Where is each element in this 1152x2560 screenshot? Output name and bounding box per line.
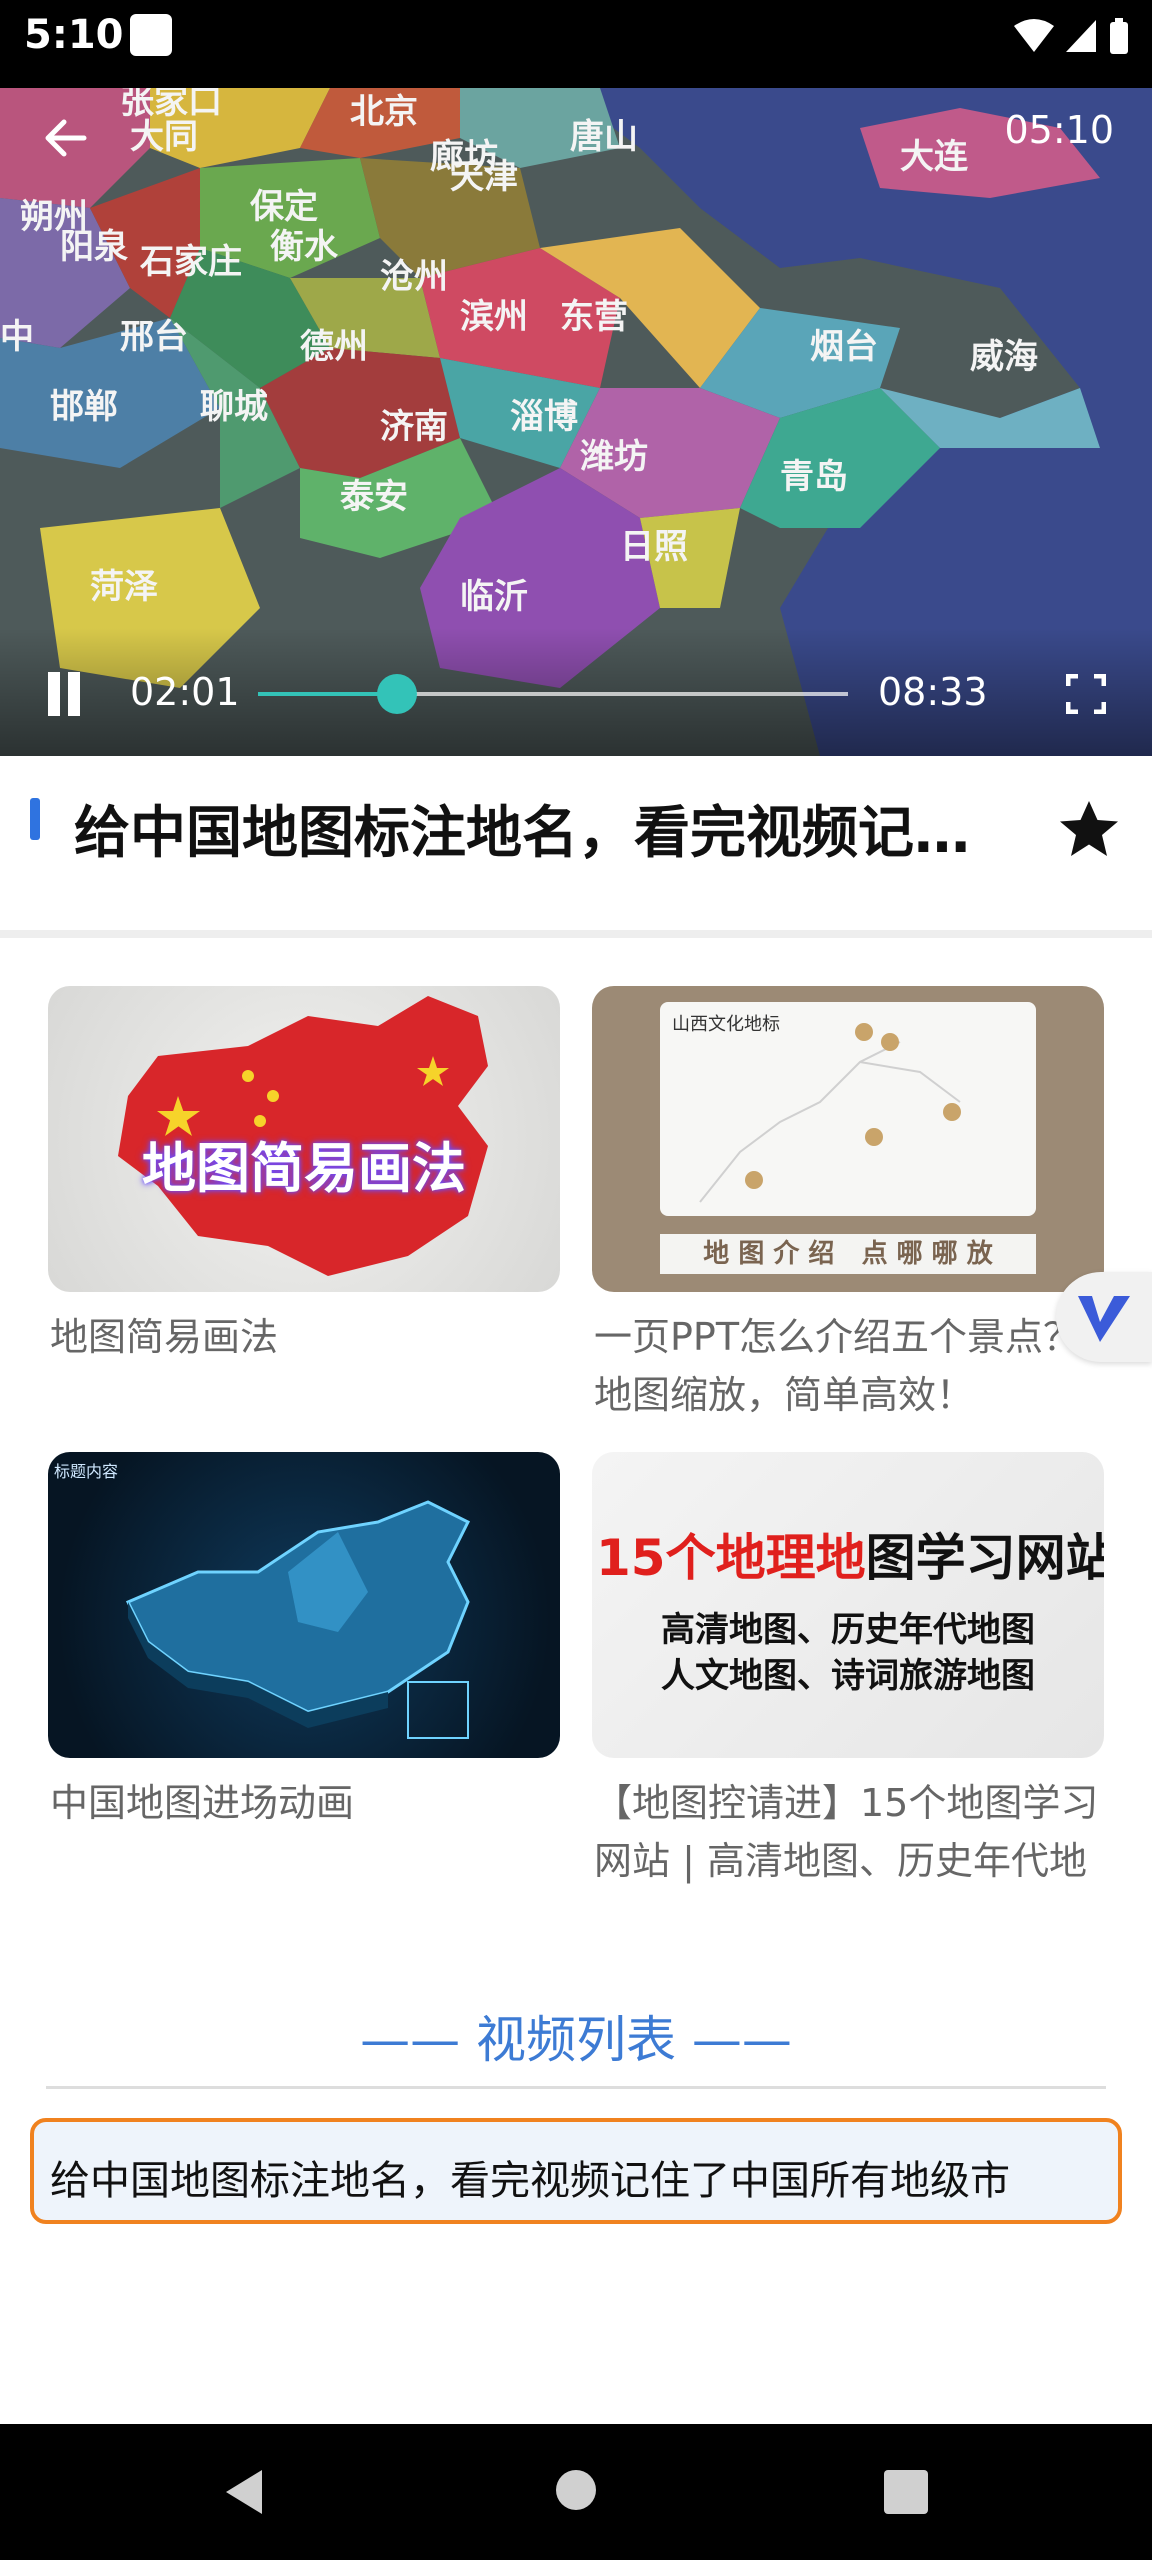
map-label: 保定	[250, 187, 318, 227]
map-label: 邢台	[120, 317, 188, 357]
video-title-row: 给中国地图标注地名，看完视频记住了中国所有地级市	[0, 756, 1152, 930]
map-label: 烟台	[810, 327, 878, 367]
map-label: 大同	[130, 117, 198, 157]
status-bar: 5:10	[0, 0, 1152, 88]
thumbnail-caption: 地 图 介 绍 点 哪 哪 放	[660, 1234, 1036, 1274]
current-time: 02:01	[130, 670, 240, 714]
video-player[interactable]: 大同 北京 唐山 大连 保定 天津 石家庄 衡水 沧州 邢台 德州 滨州 东营 烟台 威海 邯郸 聊城 济南 淄博潍…	[0, 88, 1152, 756]
map-label: 济南	[380, 407, 448, 447]
map-label: 邯郸	[50, 387, 118, 427]
thumbnail-line2: 高清地图、历史年代地图	[661, 1610, 1035, 1650]
nav-recents-icon[interactable]	[884, 2470, 928, 2514]
map-label: 菏泽	[90, 567, 158, 607]
map-label: 临沂	[460, 577, 528, 617]
map-label: 德州	[300, 327, 368, 367]
signal-wifi-battery-icon	[1014, 18, 1128, 54]
map-label: 滨州	[460, 297, 528, 337]
map-label: 中	[0, 317, 34, 357]
section-divider	[0, 930, 1152, 938]
map-label: 阳泉	[60, 227, 128, 267]
back-arrow-icon[interactable]	[36, 108, 96, 168]
map-label: 张家口	[120, 88, 222, 122]
thumbnail-line1: 15个地理地图学习网站	[596, 1529, 1104, 1587]
fullscreen-icon[interactable]	[1066, 674, 1106, 714]
map-label: 泰安	[340, 477, 408, 517]
card-title: 【地图控请进】15个地图学习网站 | 高清地图、历史年代地图、人文地图、诗词旅游…	[594, 1781, 1099, 1883]
video-thumbnail: 山西文化地标 地 图 介 绍 点 哪 哪 放	[592, 986, 1104, 1292]
map-label: 日照	[620, 527, 688, 567]
v-logo-icon	[1078, 1296, 1130, 1342]
video-list-item[interactable]: 给中国地图标注地名，看完视频记住了中国所有地级市	[30, 2118, 1122, 2224]
map-label: 聊城	[200, 387, 268, 427]
video-thumbnail: 15个地理地图学习网站 高清地图、历史年代地图 人文地图、诗词旅游地图	[592, 1452, 1104, 1758]
seek-thumb[interactable]	[377, 674, 418, 714]
map-label: 潍坊	[580, 437, 648, 477]
floating-v-button[interactable]	[1056, 1272, 1152, 1362]
video-list-header: —— 视频列表 ——	[360, 2011, 792, 2069]
title-accent-bar	[30, 798, 40, 840]
map-label: 青岛	[780, 457, 848, 497]
seek-bar[interactable]	[258, 674, 848, 714]
map-label: 廊坊	[430, 137, 498, 177]
map-label: 威海	[970, 337, 1038, 377]
map-label: 石家庄	[139, 242, 242, 282]
card-title: 中国地图进场动画	[50, 1781, 355, 1825]
map-label: 唐山	[570, 117, 638, 157]
favorite-star-icon[interactable]	[1058, 798, 1120, 860]
map-label: 北京	[350, 92, 418, 132]
card-title: 一页PPT怎么介绍五个景点？地图缩放，简单高效！	[594, 1315, 1082, 1417]
thumbnail-header-text: 标题内容	[54, 1462, 119, 1481]
map-label: 衡水	[270, 227, 339, 267]
player-controls: 02:01 08:33	[0, 636, 1152, 756]
nav-home-icon[interactable]	[556, 2470, 596, 2510]
map-label: 大连	[900, 137, 969, 177]
nav-back-icon[interactable]	[216, 2462, 276, 2522]
notification-icon	[130, 14, 172, 56]
pause-icon[interactable]	[44, 672, 84, 716]
card-title: 地图简易画法	[50, 1315, 279, 1359]
thumbnail-line3: 人文地图、诗词旅游地图	[661, 1656, 1035, 1696]
video-thumbnail: 地图简易画法	[48, 986, 560, 1292]
navigation-bar	[0, 2424, 1152, 2560]
map-label: 淄博	[510, 397, 578, 437]
map-label: 东营	[560, 297, 628, 337]
duration: 08:33	[878, 670, 988, 714]
list-divider	[46, 2086, 1106, 2089]
status-time: 5:10	[24, 12, 124, 58]
map-label: 沧州	[380, 257, 448, 297]
clock-overlay: 05:10	[1004, 108, 1114, 152]
video-title: 给中国地图标注地名，看完视频记住了中国所有地级市	[74, 801, 974, 866]
list-item-title: 给中国地图标注地名，看完视频记住了中国所有地级市	[50, 2158, 1010, 2204]
video-thumbnail: 标题内容	[48, 1452, 560, 1758]
thumbnail-caption: 地图简易画法	[142, 1137, 466, 1200]
